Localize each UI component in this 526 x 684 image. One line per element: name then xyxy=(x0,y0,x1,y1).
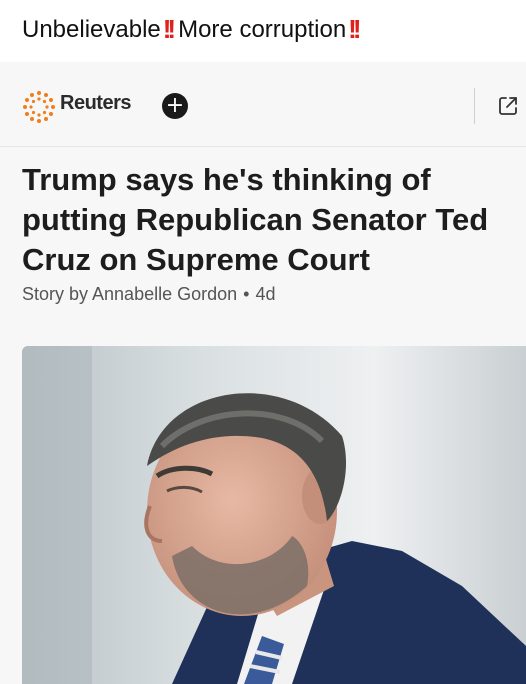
source-name[interactable]: Reuters xyxy=(60,92,131,115)
separator-dot: • xyxy=(243,284,250,304)
article-photo[interactable] xyxy=(22,346,526,684)
article-age: 4d xyxy=(255,284,276,304)
caption-text-2: More corruption xyxy=(178,15,347,43)
byline: Story by Annabelle Gordon • 4d xyxy=(22,284,275,305)
divider xyxy=(474,88,475,124)
news-card[interactable]: Reuters + Trump says he's thinking of pu… xyxy=(0,62,526,684)
open-external-icon[interactable] xyxy=(496,94,520,118)
double-exclamation-icon: !! xyxy=(348,14,361,44)
article-headline[interactable]: Trump says he's thinking of putting Repu… xyxy=(22,160,512,280)
post-caption: Unbelievable !! More corruption !! xyxy=(22,14,364,45)
source-bar: Reuters + xyxy=(0,62,526,147)
photo-illustration xyxy=(22,346,526,684)
author: Story by Annabelle Gordon xyxy=(22,284,238,304)
caption-text-1: Unbelievable xyxy=(22,15,161,43)
follow-button[interactable]: + xyxy=(162,93,188,119)
double-exclamation-icon: !! xyxy=(162,14,176,44)
reuters-logo-icon xyxy=(23,91,55,123)
